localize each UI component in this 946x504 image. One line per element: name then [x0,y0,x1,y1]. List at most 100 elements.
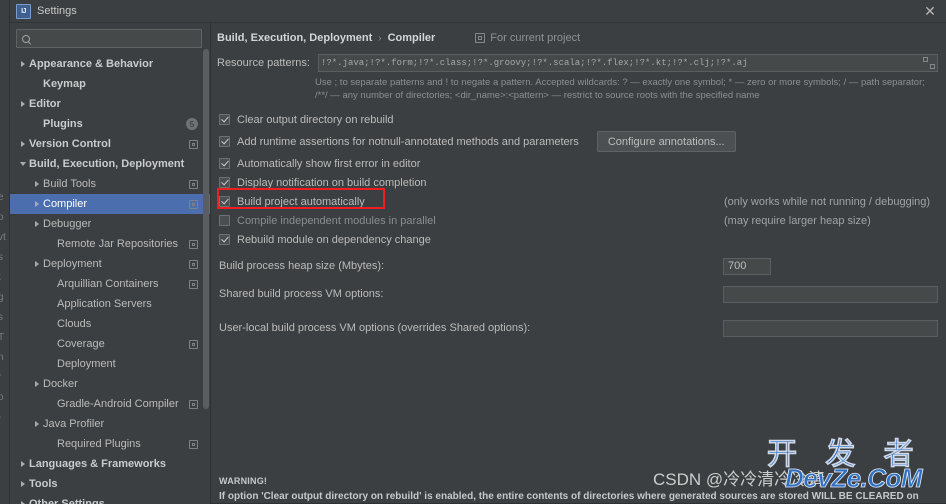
chevron-right-icon[interactable] [30,201,43,207]
dialog-title: Settings [37,5,77,17]
userlocal-vm-options-row: User-local build process VM options (ove… [211,311,946,339]
intellij-idea-icon: IJ [16,3,31,19]
sidebar-item-compiler[interactable]: Compiler [10,194,210,214]
sidebar-item-label: Keymap [43,78,86,90]
compiler-options-list: Clear output directory on rebuild Add run… [211,102,946,249]
sidebar-item-remote-jar-repositories[interactable]: Remote Jar Repositories [10,234,210,254]
sidebar-item-version-control[interactable]: Version Control [10,134,210,154]
project-scope-icon [189,439,198,449]
sidebar-item-appearance-behavior[interactable]: Appearance & Behavior [10,54,210,74]
sidebar-item-label: Debugger [43,218,92,230]
chevron-right-icon[interactable] [30,261,43,267]
sidebar-scrollbar[interactable] [203,49,209,504]
chevron-right-icon[interactable] [16,61,29,67]
resource-patterns-label: Resource patterns: [217,57,310,69]
sidebar-item-label: Build, Execution, Deployment [29,158,185,170]
warning-title: WARNING! [219,476,268,486]
sidebar-item-keymap[interactable]: Keymap [10,74,210,94]
settings-dialog: IJ Settings ✕ Appearance & Behavior Keyma… [10,0,946,504]
sidebar-item-label: Gradle-Android Compiler [57,398,179,410]
checkbox-build-project-automatically[interactable] [219,196,230,207]
sidebar-item-debugger[interactable]: Debugger [10,214,210,234]
shared-vm-options-label: Shared build process VM options: [219,288,384,300]
shared-vm-options-input[interactable] [723,285,938,303]
sidebar-item-label: Plugins [43,118,83,130]
option-label[interactable]: Build project automatically [237,196,365,208]
chevron-right-icon[interactable] [30,421,43,427]
project-scope-icon [189,199,198,209]
heap-size-input[interactable] [723,257,771,275]
backdrop-ghost-text: s [0,252,3,263]
chevron-right-icon[interactable] [16,461,29,467]
configure-annotations-button[interactable]: Configure annotations... [596,131,736,152]
sidebar-item-deployment[interactable]: Deployment [10,254,210,274]
backdrop-ghost-text: g [0,292,4,303]
backdrop-ghost-text: s [0,312,3,323]
option-row: Add runtime assertions for notnull-annot… [219,131,946,152]
chevron-right-icon[interactable] [30,181,43,187]
sidebar-item-editor[interactable]: Editor [10,94,210,114]
resource-patterns-input[interactable]: !?*.java;!?*.form;!?*.class;!?*.groovy;!… [317,54,938,72]
sidebar-item-deployment[interactable]: Deployment [10,354,210,374]
sidebar-item-java-profiler[interactable]: Java Profiler [10,414,210,434]
search-icon [21,33,33,45]
option-label[interactable]: Add runtime assertions for notnull-annot… [237,136,579,148]
chevron-right-icon[interactable] [16,481,29,487]
search-box[interactable] [16,29,202,48]
chevron-right-icon[interactable] [30,221,43,227]
project-scope-icon [475,33,486,43]
sidebar-item-label: Editor [29,98,61,110]
sidebar-item-tools[interactable]: Tools [10,474,210,494]
sidebar-item-build-tools[interactable]: Build Tools [10,174,210,194]
sidebar-item-label: Tools [29,478,58,490]
project-scope-icon [189,339,198,349]
checkbox-add-runtime-assertions-for-notnull-annotated-methods-and-parameters[interactable] [219,136,230,147]
dialog-titlebar: IJ Settings ✕ [10,0,946,23]
sidebar-item-docker[interactable]: Docker [10,374,210,394]
sidebar-scrollbar-thumb[interactable] [203,49,209,409]
checkbox-automatically-show-first-error-in-editor[interactable] [219,158,230,169]
resource-patterns-value: !?*.java;!?*.form;!?*.class;!?*.groovy;!… [320,58,748,68]
checkbox-clear-output-directory-on-rebuild[interactable] [219,114,230,125]
breadcrumb: Build, Execution, Deployment › Compiler … [211,23,946,44]
chevron-right-icon[interactable] [16,101,29,107]
option-label[interactable]: Rebuild module on dependency change [237,234,431,246]
settings-tree[interactable]: Appearance & Behavior Keymap Editor Plugins… [10,52,210,504]
sidebar-item-label: Appearance & Behavior [29,58,154,70]
chevron-right-icon[interactable] [30,381,43,387]
sidebar-item-label: Coverage [57,338,105,350]
project-scope-label: For current project [490,32,581,44]
sidebar-item-build-execution-deployment[interactable]: Build, Execution, Deployment [10,154,210,174]
backdrop-ghost-text: - [0,412,1,423]
expand-icon[interactable] [923,57,935,69]
sidebar-item-application-servers[interactable]: Application Servers [10,294,210,314]
sidebar-item-label: Compiler [43,198,88,210]
option-label[interactable]: Compile independent modules in parallel [237,215,436,227]
option-row: Automatically show first error in editor [219,154,946,173]
sidebar-item-required-plugins[interactable]: Required Plugins [10,434,210,454]
breadcrumb-parent[interactable]: Build, Execution, Deployment [217,32,372,44]
sidebar-item-languages-frameworks[interactable]: Languages & Frameworks [10,454,210,474]
option-label[interactable]: Automatically show first error in editor [237,158,420,170]
option-row: Rebuild module on dependency change [219,230,946,249]
option-label[interactable]: Display notification on build completion [237,177,427,189]
sidebar-item-clouds[interactable]: Clouds [10,314,210,334]
userlocal-vm-options-input[interactable] [723,319,938,337]
compiler-settings-panel: Build, Execution, Deployment › Compiler … [211,23,946,504]
sidebar-item-coverage[interactable]: Coverage [10,334,210,354]
sidebar-item-plugins[interactable]: Plugins 5 [10,114,210,134]
close-icon[interactable]: ✕ [922,3,938,19]
option-row: Clear output directory on rebuild [219,110,946,129]
chevron-down-icon[interactable] [16,162,29,166]
checkbox-rebuild-module-on-dependency-change[interactable] [219,234,230,245]
chevron-right-icon[interactable] [16,141,29,147]
option-label[interactable]: Clear output directory on rebuild [237,114,394,126]
sidebar-item-label: Remote Jar Repositories [57,238,179,250]
checkbox-compile-independent-modules-in-parallel[interactable] [219,215,230,226]
project-scope-icon [189,259,198,269]
checkbox-display-notification-on-build-completion[interactable] [219,177,230,188]
sidebar-item-arquillian-containers[interactable]: Arquillian Containers [10,274,210,294]
search-input[interactable] [36,31,197,46]
sidebar-item-gradle-android-compiler[interactable]: Gradle-Android Compiler [10,394,210,414]
option-row: Display notification on build completion [219,173,946,192]
